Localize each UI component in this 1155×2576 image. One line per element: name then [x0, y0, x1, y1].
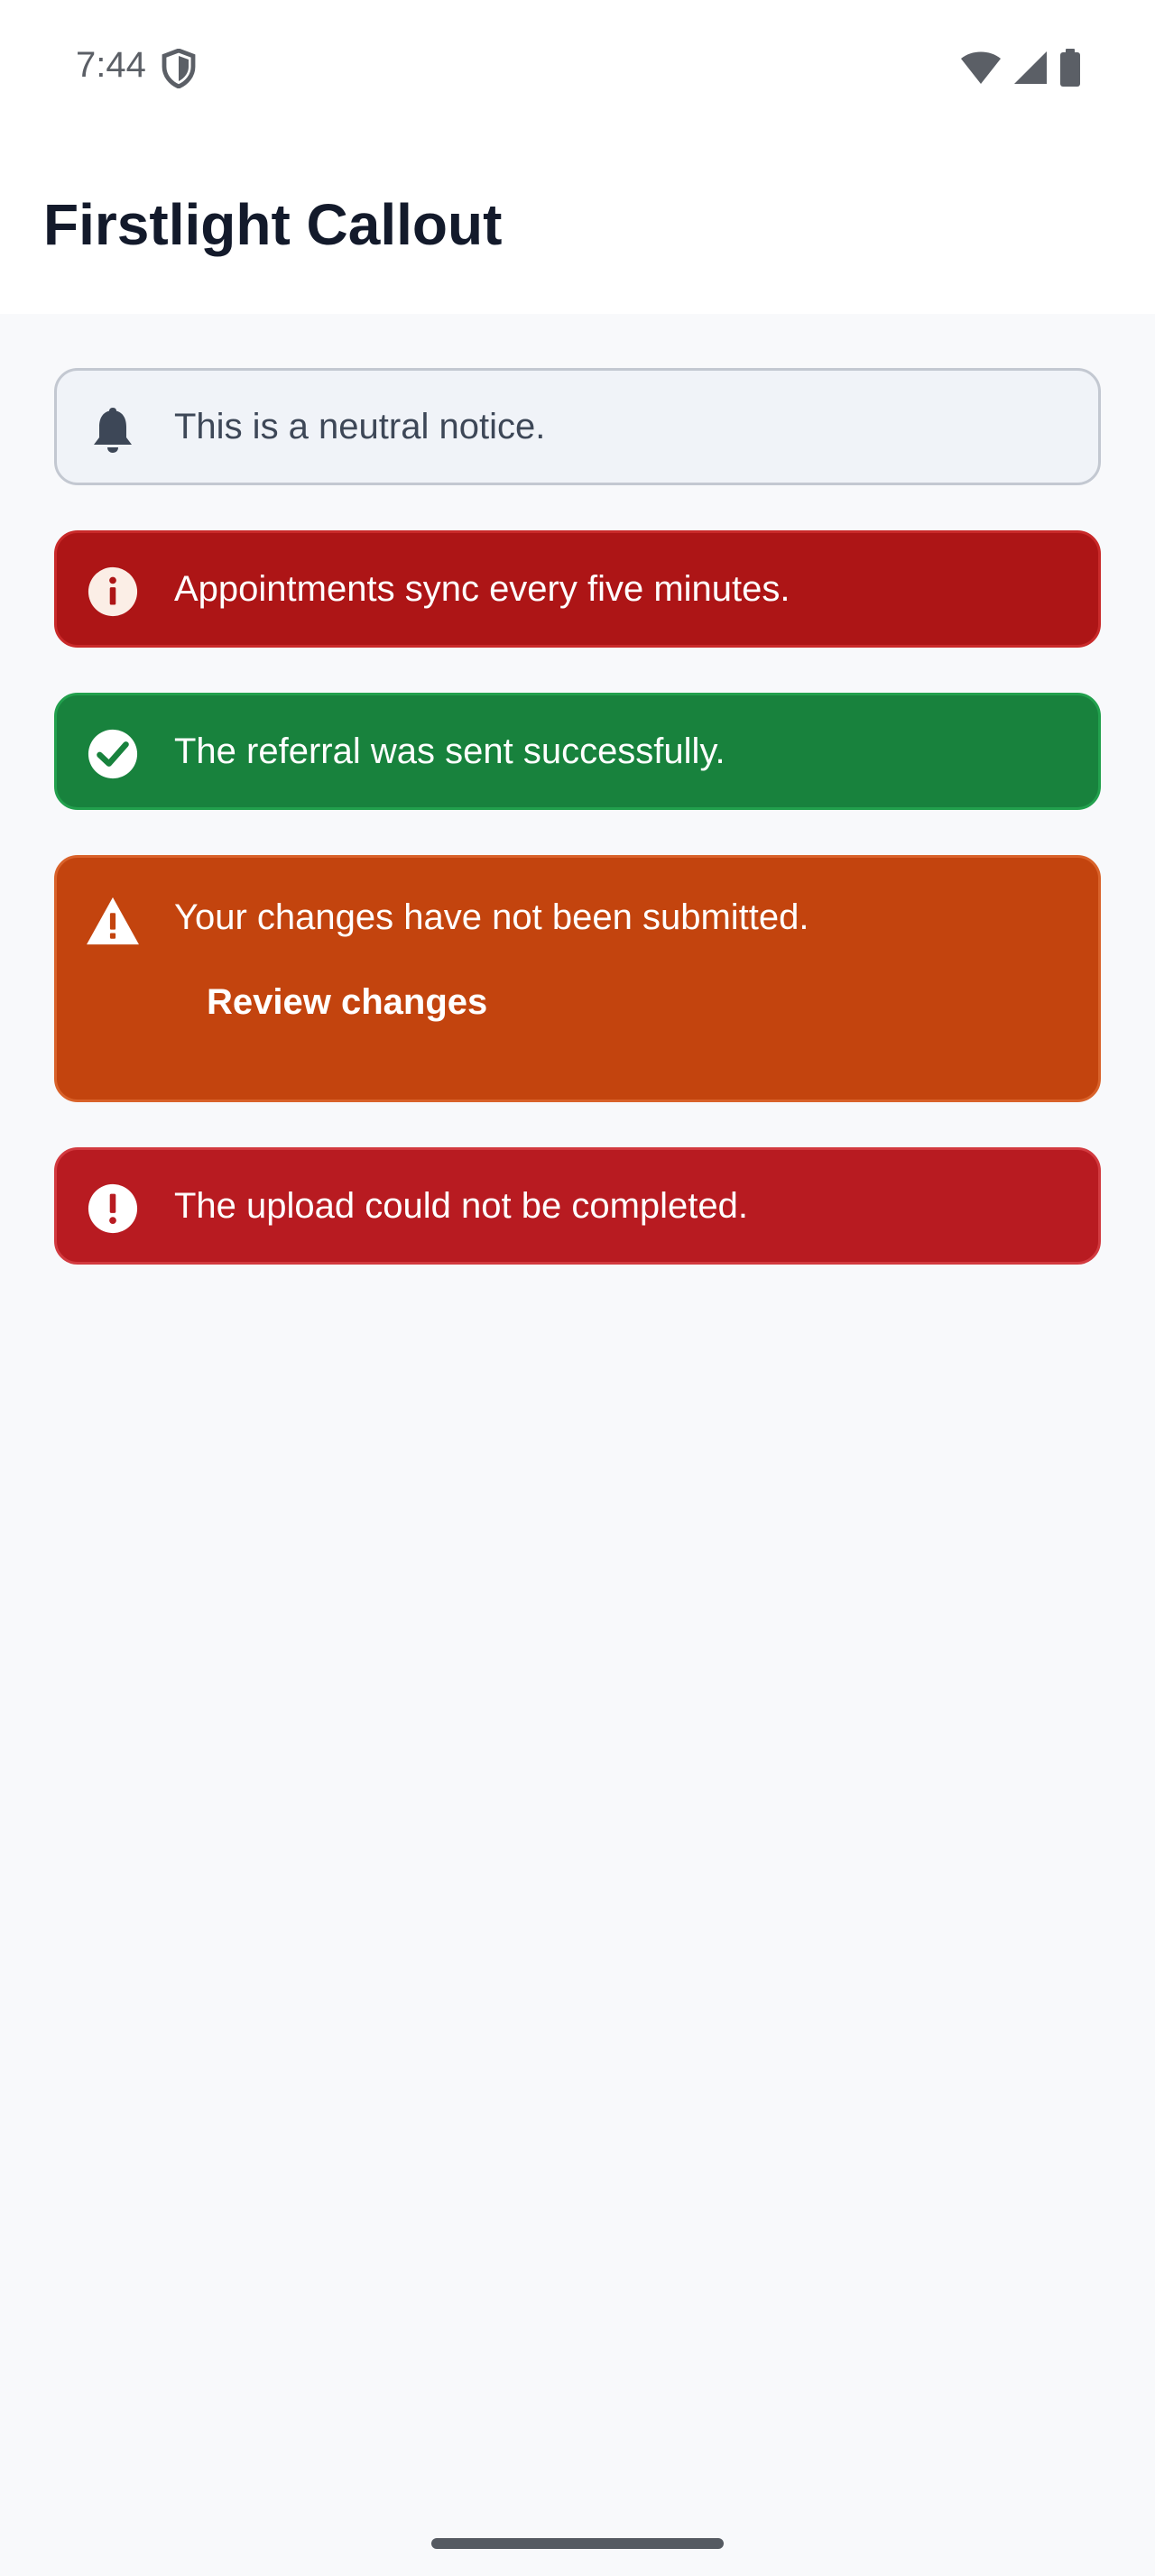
wifi-icon [961, 51, 1001, 84]
status-bar: 7:44 [0, 0, 1155, 135]
shield-icon [162, 49, 196, 88]
callout-list: This is a neutral notice. Appointments s… [54, 368, 1101, 1310]
info-circle-icon [84, 563, 142, 621]
callout-message: Your changes have not been submitted. [174, 897, 809, 937]
callout-message: The referral was sent successfully. [174, 731, 725, 771]
review-changes-button[interactable]: Review changes [207, 982, 808, 1023]
callout-error: The upload could not be completed. [54, 1147, 1101, 1265]
battery-icon [1060, 49, 1080, 87]
callout-message: Appointments sync every five minutes. [174, 569, 790, 609]
warning-triangle-icon [84, 892, 142, 950]
page-title: Firstlight Callout [43, 192, 503, 257]
status-time: 7:44 [76, 45, 146, 85]
screen: 7:44 Firstlight Callout This is a neutra… [0, 0, 1155, 2576]
error-circle-icon [84, 1180, 142, 1237]
callout-warning: Your changes have not been submitted. Re… [54, 855, 1101, 1102]
callout-neutral: This is a neutral notice. [54, 368, 1101, 485]
callout-body: Your changes have not been submitted. Re… [57, 858, 808, 1023]
check-circle-icon [84, 725, 142, 783]
callout-message: The upload could not be completed. [174, 1186, 748, 1226]
callout-info: Appointments sync every five minutes. [54, 530, 1101, 648]
bell-icon [84, 400, 142, 458]
signal-icon [1014, 51, 1047, 84]
callout-message: This is a neutral notice. [174, 407, 546, 446]
app-bar: Firstlight Callout [0, 135, 1155, 314]
status-icons [960, 49, 1081, 87]
callout-success: The referral was sent successfully. [54, 693, 1101, 810]
home-indicator[interactable] [431, 2538, 724, 2549]
